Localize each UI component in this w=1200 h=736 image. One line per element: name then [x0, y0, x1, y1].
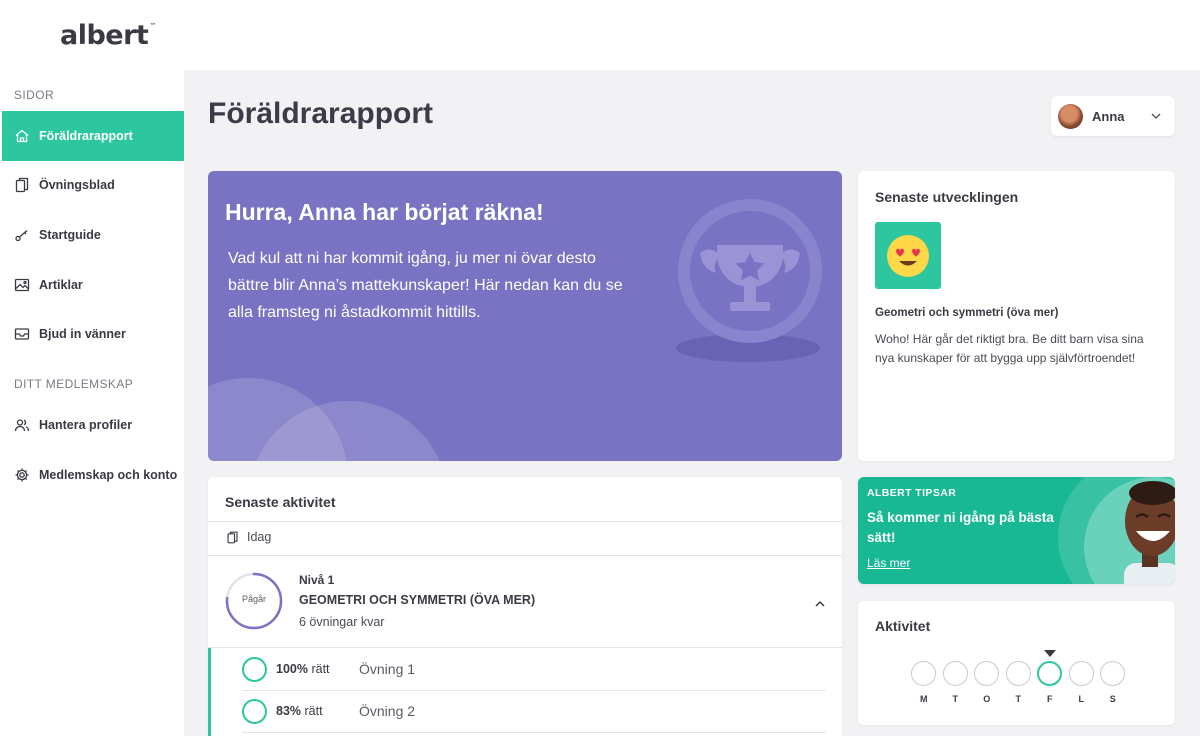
day-label: S — [1109, 694, 1116, 704]
copy-icon — [15, 177, 29, 193]
gear-icon — [15, 468, 29, 482]
day-sunday: S — [1097, 661, 1129, 704]
today-marker-icon — [1043, 650, 1056, 657]
exercise-list-indicator — [208, 648, 211, 736]
sidebar-item-ovningsblad[interactable]: Övningsblad — [2, 160, 184, 210]
users-icon — [14, 419, 30, 432]
day-label: L — [1078, 694, 1085, 704]
page-title: Föräldrarapport — [208, 97, 434, 130]
latest-development-card: Senaste utvecklingen Geometri och symmet… — [858, 171, 1175, 461]
day-wednesday: O — [971, 661, 1003, 704]
profile-selector[interactable]: Anna — [1051, 96, 1175, 136]
exercise-status-icon — [242, 656, 267, 682]
sidebar-item-startguide[interactable]: Startguide — [2, 210, 184, 260]
hero-banner: Hurra, Anna har börjat räkna! Vad kul at… — [208, 171, 842, 461]
day-label: T — [952, 694, 959, 704]
avatar — [1058, 103, 1083, 129]
sidebar-item-medlemskap-och-konto[interactable]: Medlemskap och konto — [2, 450, 184, 500]
home-icon — [15, 129, 29, 143]
day-circle — [1037, 661, 1063, 686]
day-friday: F — [1034, 650, 1066, 704]
day-circle — [1100, 661, 1126, 686]
top-bar: albert™ — [0, 0, 1200, 70]
day-thursday: T — [1003, 661, 1035, 704]
day-monday: M — [908, 661, 940, 704]
sidebar-item-label: Medlemskap och konto — [39, 468, 178, 482]
child-photo — [1124, 481, 1175, 584]
topic-name: GEOMETRI OCH SYMMETRI (ÖVA MER) — [299, 593, 536, 607]
date-label: Idag — [247, 530, 272, 544]
day-label: M — [920, 694, 928, 704]
exercise-name: Övning 1 — [359, 661, 416, 677]
hero-text: Vad kul att ni har kommit igång, ju mer … — [228, 250, 623, 321]
sidebar-section-pages: SIDOR — [14, 88, 55, 102]
development-text: Woho! Här går det riktigt bra. Be ditt b… — [875, 332, 1144, 365]
exercise-name: Övning 2 — [359, 703, 416, 719]
divider — [208, 555, 842, 556]
chevron-down-icon — [1151, 113, 1161, 120]
status-label: Pågår — [241, 594, 267, 604]
exercise-score: 100% rätt — [276, 662, 330, 676]
chevron-up-icon[interactable] — [813, 597, 827, 611]
albert-tip-card[interactable]: ALBERT TIPSAR Så kommer ni igång på bäst… — [858, 477, 1175, 584]
sidebar-item-label: Övningsblad — [39, 178, 115, 192]
heart-eyes-emoji-icon — [875, 222, 941, 289]
day-saturday: L — [1066, 661, 1098, 704]
read-more-link[interactable]: Läs mer — [867, 556, 910, 570]
sidebar-item-artiklar[interactable]: Artiklar — [2, 260, 184, 310]
day-circle — [942, 661, 968, 686]
profile-name: Anna — [1092, 108, 1125, 124]
card-title: Senaste aktivitet — [225, 494, 336, 510]
day-circle — [1068, 661, 1094, 686]
tip-title: Så kommer ni igång på bästa sätt! — [867, 510, 1054, 545]
key-icon — [15, 230, 28, 242]
day-circle — [974, 661, 1000, 686]
mail-icon — [14, 328, 30, 340]
sidebar-item-foraldrarapport[interactable]: Föräldrarapport — [2, 111, 184, 161]
week-days: M T O T F L S — [908, 650, 1129, 704]
day-label: F — [1047, 694, 1053, 704]
sidebar-item-label: Startguide — [39, 228, 101, 242]
day-tuesday: T — [940, 661, 972, 704]
remaining-count: 6 övningar kvar — [299, 615, 385, 629]
level-label: Nivå 1 — [299, 573, 335, 587]
sidebar-section-membership: DITT MEDLEMSKAP — [14, 377, 134, 391]
day-label: T — [1015, 694, 1022, 704]
exercise-score: 83% rätt — [276, 704, 323, 718]
recent-activity-card: Senaste aktivitet Idag Pågår Nivå 1 GEOM… — [208, 477, 842, 736]
copy-icon — [227, 531, 238, 543]
card-title: Aktivitet — [875, 618, 931, 634]
day-circle — [1005, 661, 1031, 686]
hero-title: Hurra, Anna har börjat räkna! — [225, 199, 544, 225]
albert-logo[interactable]: albert™ — [60, 20, 156, 51]
date-row: Idag — [226, 530, 271, 544]
day-circle — [911, 661, 937, 686]
trophy-icon — [676, 199, 822, 362]
exercise-status-icon — [242, 698, 267, 724]
card-title: Senaste utvecklingen — [875, 189, 1019, 205]
sidebar-item-bjud-in-vanner[interactable]: Bjud in vänner — [2, 309, 184, 359]
exercise-row[interactable]: 100% rätt Övning 1 — [242, 648, 826, 690]
weekly-activity-card: Aktivitet M T O T F L S — [858, 601, 1175, 725]
sidebar-item-hantera-profiler[interactable]: Hantera profiler — [2, 400, 184, 450]
sidebar-item-label: Bjud in vänner — [39, 327, 126, 341]
divider — [208, 521, 842, 522]
sidebar-item-label: Artiklar — [39, 278, 83, 292]
day-label: O — [983, 694, 991, 704]
sidebar-item-label: Föräldrarapport — [39, 129, 133, 143]
exercise-row[interactable]: 83% rätt Övning 2 — [242, 690, 826, 732]
sidebar: SIDOR Föräldrarapport Övningsblad Startg… — [0, 70, 184, 736]
image-icon — [14, 278, 30, 292]
sidebar-item-label: Hantera profiler — [39, 418, 133, 432]
development-subject: Geometri och symmetri (öva mer) — [875, 307, 1059, 319]
tip-label: ALBERT TIPSAR — [867, 487, 957, 499]
divider — [242, 732, 826, 733]
